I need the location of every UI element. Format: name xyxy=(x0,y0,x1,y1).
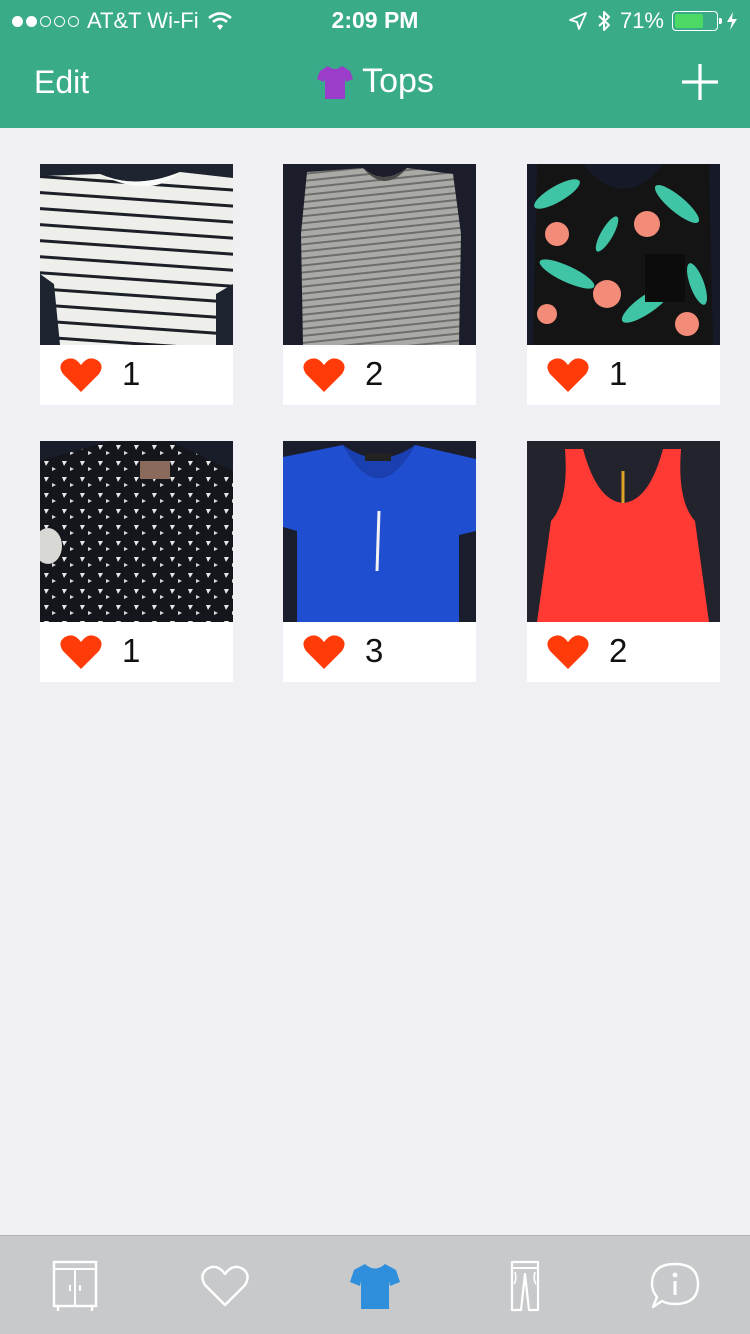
like-count: 1 xyxy=(609,355,628,392)
item-meta: 1 xyxy=(527,345,720,405)
status-right: 71% xyxy=(568,8,738,34)
status-bar: AT&T Wi-Fi 2:09 PM 71% xyxy=(0,0,750,40)
heart-icon[interactable] xyxy=(303,357,345,393)
item-meta: 1 xyxy=(40,622,233,682)
heart-icon[interactable] xyxy=(303,634,345,670)
page-title-text: Tops xyxy=(362,62,434,100)
item-photo[interactable] xyxy=(527,441,720,622)
item-card[interactable]: 2 xyxy=(283,164,476,405)
heart-icon[interactable] xyxy=(547,357,589,393)
wardrobe-icon xyxy=(52,1260,98,1311)
item-photo[interactable] xyxy=(40,164,233,345)
tab-wardrobe[interactable] xyxy=(0,1236,150,1334)
like-count: 2 xyxy=(609,632,628,669)
battery-percent: 71% xyxy=(619,8,664,33)
like-count: 2 xyxy=(365,355,384,392)
heart-icon[interactable] xyxy=(547,634,589,670)
heart-outline-icon xyxy=(201,1265,249,1306)
tshirt-icon xyxy=(350,1263,400,1309)
item-photo[interactable] xyxy=(283,441,476,622)
info-bubble-icon xyxy=(650,1262,700,1308)
item-card[interactable]: 1 xyxy=(40,441,233,682)
add-icon[interactable] xyxy=(680,62,720,102)
bluetooth-icon xyxy=(598,11,610,31)
item-meta: 1 xyxy=(40,345,233,405)
charging-bolt-icon xyxy=(727,12,737,30)
page-title: Tops xyxy=(0,62,750,101)
item-photo[interactable] xyxy=(283,164,476,345)
item-meta: 3 xyxy=(283,622,476,682)
location-arrow-icon xyxy=(569,12,587,30)
like-count: 3 xyxy=(365,632,384,669)
item-photo[interactable] xyxy=(40,441,233,622)
tab-bottoms[interactable] xyxy=(450,1236,600,1334)
item-photo[interactable] xyxy=(527,164,720,345)
item-card[interactable]: 1 xyxy=(527,164,720,405)
item-card[interactable]: 3 xyxy=(283,441,476,682)
like-count: 1 xyxy=(122,632,141,669)
item-meta: 2 xyxy=(527,622,720,682)
heart-icon[interactable] xyxy=(60,357,102,393)
tab-tops[interactable] xyxy=(300,1236,450,1334)
tab-info[interactable] xyxy=(600,1236,750,1334)
navigation-bar: Edit Tops xyxy=(0,40,750,128)
battery-icon xyxy=(672,11,722,31)
item-meta: 2 xyxy=(283,345,476,405)
item-card[interactable]: 2 xyxy=(527,441,720,682)
top-bar: AT&T Wi-Fi 2:09 PM 71% Edit Tops xyxy=(0,0,750,128)
tab-favorites[interactable] xyxy=(150,1236,300,1334)
like-count: 1 xyxy=(122,355,141,392)
pants-icon xyxy=(510,1260,540,1311)
heart-icon[interactable] xyxy=(60,634,102,670)
item-card[interactable]: 1 xyxy=(40,164,233,405)
tab-bar xyxy=(0,1235,750,1334)
tshirt-icon xyxy=(317,65,354,99)
